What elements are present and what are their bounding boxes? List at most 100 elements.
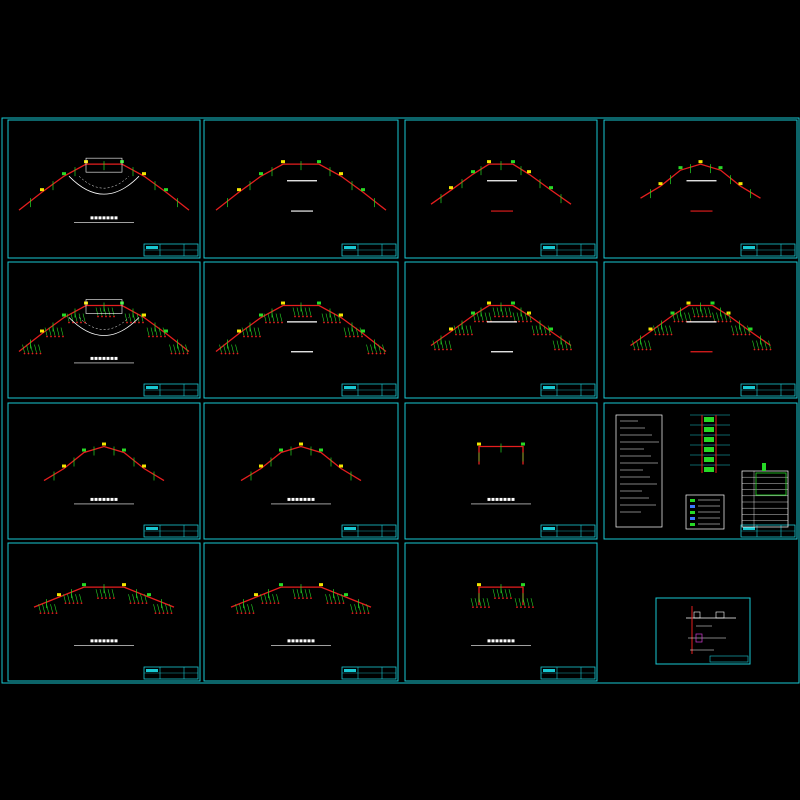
lamp-mark	[40, 329, 44, 333]
sheet-title-glyph	[102, 216, 106, 220]
lamp-mark	[164, 329, 168, 333]
lamp-mark	[254, 593, 258, 597]
fixture-dot	[259, 335, 261, 338]
fixture-dot	[744, 333, 747, 336]
sheet-title-glyph	[303, 497, 307, 501]
lamp-mark	[279, 448, 283, 452]
title-block-logo	[543, 386, 555, 389]
fixture-dot	[549, 333, 551, 336]
lamp-mark	[102, 442, 106, 446]
lamp-mark	[122, 448, 126, 452]
fixture-dot	[371, 352, 374, 355]
lamp-mark	[710, 301, 715, 305]
fixture-dot	[269, 321, 271, 324]
fixture-dot	[80, 321, 82, 324]
lamp-mark	[527, 170, 531, 174]
title-block-logo	[543, 669, 555, 672]
fixture-dot	[298, 597, 300, 600]
fixture-dot	[645, 348, 648, 351]
fixture-dot	[182, 352, 185, 355]
fixture-dot	[174, 352, 177, 355]
fixture-dot	[326, 602, 329, 605]
fixture-dot	[524, 606, 526, 609]
sheet-title-glyph	[98, 497, 102, 501]
lamp-mark	[658, 182, 663, 186]
fixture-dot	[467, 333, 469, 336]
fixture-dot	[327, 321, 329, 324]
fixture-dot	[383, 352, 386, 355]
fixture-dot	[142, 321, 144, 324]
sheet-title-glyph	[114, 356, 118, 360]
fixture-dot	[480, 606, 482, 609]
fixture-dot	[97, 315, 99, 318]
fixture-dot	[23, 352, 26, 355]
sheet-title-glyph	[106, 639, 110, 643]
fixture-dot	[47, 612, 50, 615]
legend-symbol	[690, 511, 695, 514]
fixture-dot	[160, 335, 162, 338]
fixture-dot	[339, 321, 341, 324]
fixture-dot	[367, 612, 370, 615]
sheet-title-glyph	[94, 216, 98, 220]
sheet-title-glyph	[102, 356, 106, 360]
fixture-dot	[55, 612, 58, 615]
fixture-dot	[375, 352, 378, 355]
fixture-dot	[265, 602, 268, 605]
lamp-mark	[449, 186, 453, 190]
lamp-mark	[40, 188, 44, 192]
sheet-title-glyph	[110, 497, 114, 501]
fixture-dot	[141, 602, 144, 605]
sheet-title-glyph	[307, 497, 311, 501]
fixture-dot	[670, 333, 673, 336]
fixture-dot	[463, 333, 465, 336]
lamp-mark	[477, 583, 481, 587]
fixture-dot	[334, 602, 337, 605]
fixture-dot	[101, 597, 103, 600]
lamp-mark	[164, 188, 168, 192]
fixture-dot	[541, 333, 543, 336]
lamp-mark	[339, 313, 343, 317]
lamp-mark	[259, 313, 263, 317]
fixture-dot	[363, 612, 366, 615]
fixture-dot	[306, 597, 308, 600]
lamp-mark	[62, 464, 66, 468]
lamp-mark	[259, 464, 263, 468]
fixture-dot	[109, 597, 111, 600]
lamp-mark	[449, 327, 453, 331]
fixture-dot	[729, 320, 732, 323]
fixture-dot	[558, 348, 560, 351]
title-block-logo	[543, 527, 555, 530]
fixture-dot	[152, 335, 154, 338]
title-block-logo	[146, 669, 158, 672]
lamp-mark	[57, 593, 61, 597]
fixture-dot	[459, 333, 461, 336]
lamp-mark	[487, 301, 491, 305]
fixture-dot	[472, 606, 474, 609]
fixture-dot	[367, 352, 370, 355]
sheet-title-glyph	[507, 497, 511, 501]
riser-node	[704, 427, 714, 432]
fixture-dot	[220, 352, 223, 355]
fixture-dot	[39, 352, 42, 355]
legend-symbol	[690, 517, 695, 520]
fixture-dot	[130, 321, 132, 324]
fixture-dot	[545, 333, 547, 336]
fixture-dot	[170, 352, 173, 355]
fixture-dot	[252, 612, 255, 615]
fixture-dot	[178, 352, 181, 355]
fixture-dot	[54, 335, 56, 338]
fixture-dot	[164, 335, 166, 338]
sheet-title-glyph	[98, 216, 102, 220]
sheet-title-glyph	[295, 497, 299, 501]
fixture-dot	[510, 597, 512, 600]
fixture-dot	[506, 315, 508, 318]
fixture-dot	[693, 315, 696, 318]
fixture-dot	[76, 602, 79, 605]
fixture-dot	[224, 352, 227, 355]
fixture-dot	[261, 602, 264, 605]
fixture-dot	[474, 320, 476, 323]
sheet-title-glyph	[311, 497, 315, 501]
sheet-title-glyph	[110, 356, 114, 360]
fixture-dot	[240, 612, 243, 615]
fixture-dot	[68, 602, 71, 605]
